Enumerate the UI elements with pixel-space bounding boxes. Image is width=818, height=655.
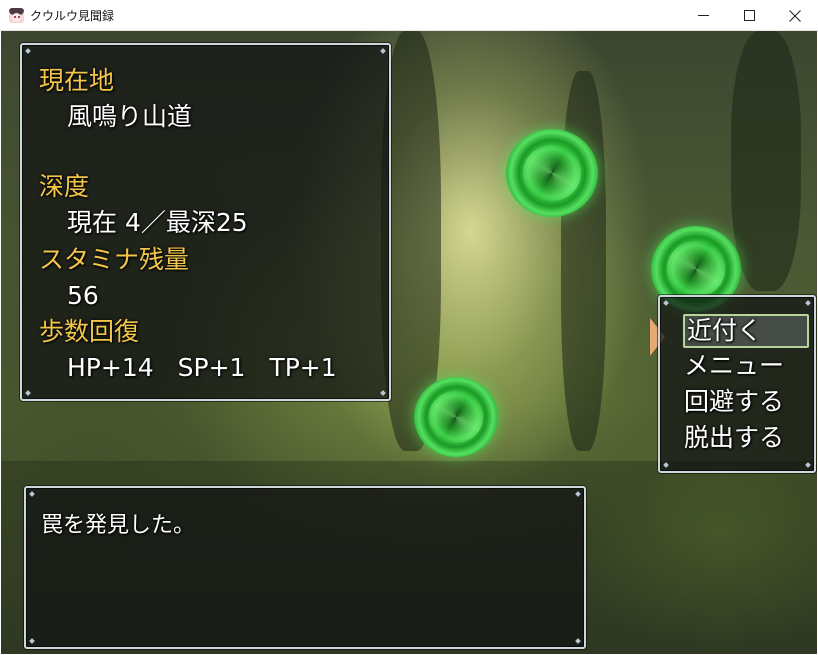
- depth-label: 深度: [39, 172, 90, 201]
- depth-value: 現在 4／最深25: [67, 208, 248, 237]
- command-evade[interactable]: 回避する: [683, 385, 809, 419]
- close-button[interactable]: [772, 0, 818, 31]
- sp-recovery: SP+1: [177, 353, 246, 382]
- maximize-button[interactable]: [726, 0, 772, 31]
- green-vortex-portal[interactable]: [414, 377, 498, 457]
- minimize-button[interactable]: [680, 0, 726, 31]
- maximize-icon: [743, 10, 755, 21]
- command-approach[interactable]: 近付く: [683, 314, 809, 348]
- game-character-icon: [9, 8, 24, 23]
- location-value: 風鳴り山道: [67, 102, 193, 131]
- location-label: 現在地: [39, 66, 115, 95]
- hp-recovery: HP+14: [67, 353, 154, 382]
- game-screen[interactable]: 現在地 風鳴り山道 深度 現在 4／最深25 スタミナ残量 56 歩数回復 HP…: [1, 31, 817, 654]
- close-icon: [789, 9, 801, 22]
- status-window: 現在地 風鳴り山道 深度 現在 4／最深25 スタミナ残量 56 歩数回復 HP…: [20, 43, 391, 401]
- stamina-label: スタミナ残量: [39, 245, 190, 274]
- command-menu: 近付く メニュー 回避する 脱出する: [658, 295, 816, 473]
- recovery-values: HP+14 SP+1 TP+1: [67, 353, 361, 383]
- green-vortex-portal[interactable]: [506, 129, 598, 217]
- message-window[interactable]: 罠を発見した。: [24, 486, 586, 649]
- command-menu-item[interactable]: メニュー: [683, 349, 809, 383]
- recovery-label: 歩数回復: [39, 317, 140, 346]
- minimize-icon: [697, 15, 709, 16]
- command-escape[interactable]: 脱出する: [683, 421, 809, 455]
- message-text: 罠を発見した。: [41, 513, 196, 538]
- tp-recovery: TP+1: [269, 353, 337, 382]
- title-bar: クウルウ見聞録: [0, 0, 818, 31]
- window-title: クウルウ見聞録: [30, 9, 115, 23]
- stamina-value: 56: [67, 281, 99, 310]
